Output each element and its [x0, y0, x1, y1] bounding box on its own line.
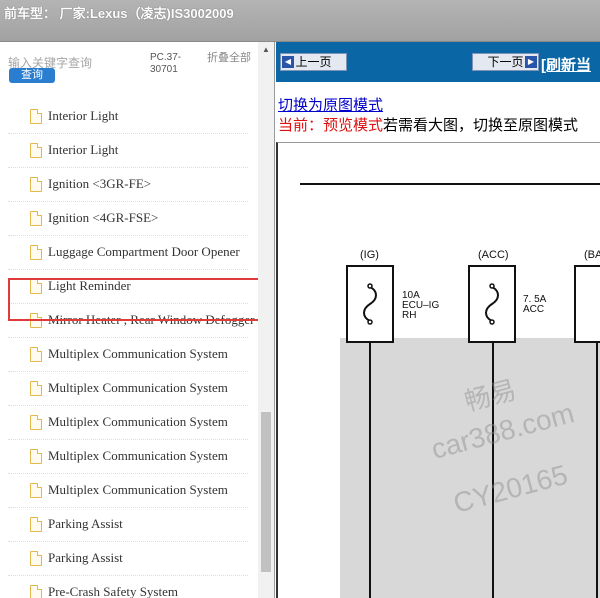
- tree-item-label: Mirror Heater , Rear Window Defogger: [48, 312, 255, 327]
- refresh-link[interactable]: [刷新当: [541, 54, 591, 75]
- tree-item-multiplex-5[interactable]: Multiplex Communication System: [0, 474, 258, 508]
- fuse-symbol-icon: [363, 283, 377, 325]
- file-icon: [30, 381, 42, 396]
- tree-item-label: Multiplex Communication System: [48, 380, 228, 395]
- tree-item-pre-crash-safety[interactable]: Pre-Crash Safety System: [0, 576, 258, 598]
- tree-item-label: Multiplex Communication System: [48, 346, 228, 361]
- search-area: 输入关键字查询 查询 PC.37-30701 折叠全部: [0, 42, 258, 94]
- fuse-box-ba: [574, 265, 600, 343]
- tree-item-label: Parking Assist: [48, 516, 123, 531]
- collapse-all-button[interactable]: 折叠全部: [207, 52, 253, 65]
- tree-item-multiplex-1[interactable]: Multiplex Communication System: [0, 338, 258, 372]
- fuse-sub-ig: RH: [402, 310, 417, 321]
- tree-item-label: Pre-Crash Safety System: [48, 584, 178, 598]
- tree-item-label: Ignition <4GR-FSE>: [48, 210, 159, 225]
- file-icon: [30, 517, 42, 532]
- file-icon: [30, 109, 42, 124]
- arrow-right-icon: ▶: [525, 56, 537, 68]
- next-page-label: 下一页: [487, 55, 524, 69]
- tree-item-light-reminder[interactable]: Light Reminder: [0, 270, 258, 304]
- tree-item-parking-assist-2[interactable]: Parking Assist: [0, 542, 258, 576]
- tree-item-interior-light-1[interactable]: Interior Light: [0, 100, 258, 134]
- fuse-name-acc: ACC: [523, 304, 545, 315]
- file-icon: [30, 551, 42, 566]
- left-scrollbar[interactable]: ▲: [258, 42, 274, 598]
- file-icon: [30, 347, 42, 362]
- mode-hint: 若需看大图，切换至原图模式: [383, 118, 579, 134]
- file-icon: [30, 211, 42, 226]
- file-icon: [30, 415, 42, 430]
- prev-page-label: 上一页: [295, 55, 332, 69]
- fuse-box-ig: [346, 265, 394, 343]
- tree-item-parking-assist-1[interactable]: Parking Assist: [0, 508, 258, 542]
- file-icon: [30, 585, 42, 598]
- fuse-box-acc: [468, 265, 516, 343]
- file-icon: [30, 143, 42, 158]
- scroll-thumb[interactable]: [261, 412, 271, 572]
- file-icon: [30, 177, 42, 192]
- tree-item-ignition-3gr[interactable]: Ignition <3GR-FE>: [0, 168, 258, 202]
- tree-item-label: Multiplex Communication System: [48, 414, 228, 429]
- next-page-button[interactable]: 下一页 ▶: [472, 53, 539, 71]
- switch-original-mode-link[interactable]: 切换为原图模式: [278, 94, 383, 115]
- right-panel: ◀ 上一页 下一页 ▶ [刷新当 切换为原图模式 当前：预览模式若需看大图，切换…: [276, 42, 600, 598]
- fuse-header-acc: (ACC): [478, 249, 509, 261]
- search-button[interactable]: 查询: [9, 68, 55, 83]
- tree-item-label: Interior Light: [48, 108, 119, 123]
- wiring-diagram: (IG) 10A ECU–IG RH (ACC) 7. 5A ACC (BA 畅…: [276, 142, 600, 598]
- tree-item-ignition-4gr[interactable]: Ignition <4GR-FSE>: [0, 202, 258, 236]
- tree-item-mirror-heater[interactable]: Mirror Heater , Rear Window Defogger: [0, 304, 258, 338]
- prev-page-button[interactable]: ◀ 上一页: [280, 53, 347, 71]
- tree-item-label: Interior Light: [48, 142, 119, 157]
- tree-item-label: Multiplex Communication System: [48, 448, 228, 463]
- current-mode-label: 当前：预览模式: [278, 118, 384, 134]
- pc-code-label: PC.37-30701: [150, 52, 182, 75]
- file-icon: [30, 279, 42, 294]
- vehicle-title: 前车型： 厂家:Lexus（凌志)IS3002009: [4, 6, 234, 21]
- file-icon: [30, 313, 42, 328]
- title-bar: 前车型： 厂家:Lexus（凌志)IS3002009: [0, 0, 600, 42]
- file-icon: [30, 245, 42, 260]
- file-icon: [30, 449, 42, 464]
- tree-item-label: Ignition <3GR-FE>: [48, 176, 152, 191]
- fuse-symbol-icon: [485, 283, 499, 325]
- file-icon: [30, 483, 42, 498]
- tree-list: Interior Light Interior Light Ignition <…: [0, 100, 258, 598]
- tree-item-multiplex-3[interactable]: Multiplex Communication System: [0, 406, 258, 440]
- tree-item-interior-light-2[interactable]: Interior Light: [0, 134, 258, 168]
- tree-item-multiplex-4[interactable]: Multiplex Communication System: [0, 440, 258, 474]
- diagram-top-line: [300, 183, 600, 185]
- fuse-header-ig: (IG): [360, 249, 379, 261]
- wire-ba: [596, 343, 598, 598]
- tree-item-label: Luggage Compartment Door Opener: [48, 244, 240, 259]
- tree-item-label: Light Reminder: [48, 278, 131, 293]
- fuse-header-ba: (BA: [584, 249, 600, 261]
- scroll-up-arrow-icon[interactable]: ▲: [258, 42, 274, 58]
- tree-item-label: Parking Assist: [48, 550, 123, 565]
- tree-item-multiplex-2[interactable]: Multiplex Communication System: [0, 372, 258, 406]
- arrow-left-icon: ◀: [282, 56, 294, 68]
- tree-item-luggage-door-opener[interactable]: Luggage Compartment Door Opener: [0, 236, 258, 270]
- left-panel: 输入关键字查询 查询 PC.37-30701 折叠全部 Interior Lig…: [0, 42, 275, 598]
- mode-status: 当前：预览模式若需看大图，切换至原图模式: [278, 114, 578, 135]
- page-nav-bar: ◀ 上一页 下一页 ▶ [刷新当: [276, 42, 600, 82]
- wire-ig: [369, 343, 371, 598]
- tree-item-label: Multiplex Communication System: [48, 482, 228, 497]
